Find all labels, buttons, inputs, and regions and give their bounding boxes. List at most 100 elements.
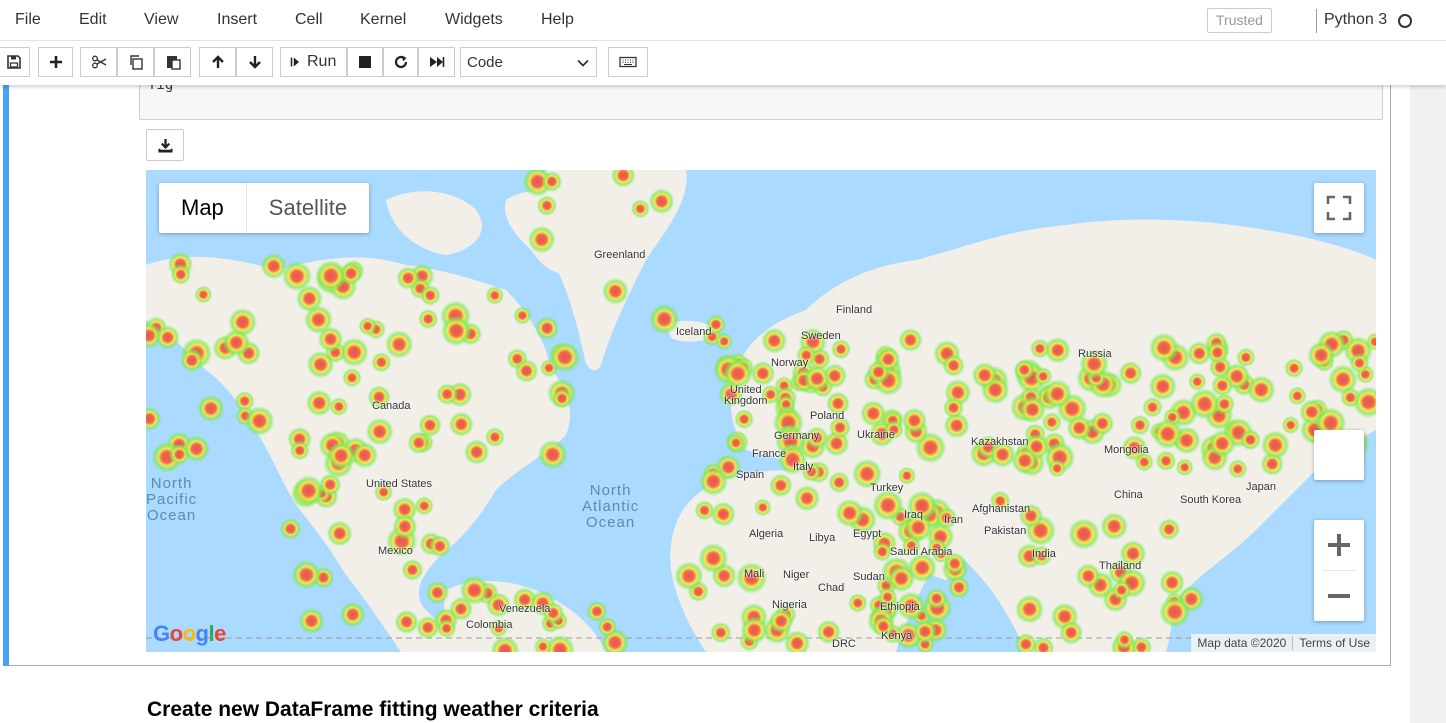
map-label-japan: Japan	[1246, 481, 1276, 493]
map-label-venezuela: Venezuela	[499, 603, 551, 615]
menu-edit[interactable]: Edit	[79, 11, 107, 29]
heat-point	[549, 341, 581, 373]
map-label-egypt: Egypt	[853, 528, 882, 540]
heat-point	[293, 475, 325, 507]
minus-icon	[1328, 594, 1350, 598]
heat-point	[710, 501, 736, 527]
heat-point	[1349, 353, 1370, 373]
heat-point	[291, 559, 322, 590]
heat-point	[1236, 347, 1256, 368]
map-label-ukraine: Ukraine	[857, 429, 895, 441]
map-label-saudi-arabia: Saudi Arabia	[890, 546, 953, 558]
heat-point	[440, 315, 472, 347]
map-type-map-button[interactable]: Map	[159, 183, 246, 233]
heat-point	[768, 473, 793, 498]
trusted-indicator[interactable]: Trusted	[1207, 8, 1272, 33]
fullscreen-button[interactable]	[1314, 183, 1364, 233]
heat-point	[436, 618, 457, 639]
download-icon	[157, 138, 173, 153]
heat-point	[971, 362, 998, 389]
scrollbar-track[interactable]	[1410, 0, 1446, 723]
kernel-name[interactable]: Python 3	[1324, 11, 1387, 29]
heat-point	[1307, 341, 1336, 370]
heat-point	[436, 383, 458, 406]
heatmap-map[interactable]: Greenland Finland Iceland Sweden Norway …	[146, 170, 1376, 652]
paste-button[interactable]	[154, 47, 191, 77]
command-palette-button[interactable]	[608, 47, 648, 77]
heat-point	[1033, 367, 1053, 386]
heat-point	[860, 400, 887, 427]
code-input-area[interactable]: fig	[139, 77, 1383, 120]
cell-type-select[interactable]: Code	[460, 47, 597, 77]
heat-point	[942, 354, 965, 377]
map-type-satellite-button[interactable]: Satellite	[247, 183, 369, 233]
heat-point	[1148, 332, 1180, 363]
heat-point	[1228, 459, 1248, 479]
toolbar: Run Code	[0, 41, 1446, 85]
fullscreen-icon	[1326, 195, 1352, 221]
heat-point	[925, 587, 948, 610]
heat-point	[418, 413, 442, 437]
interrupt-button[interactable]	[347, 47, 383, 77]
chevron-down-icon	[577, 59, 589, 67]
heat-point	[295, 285, 323, 313]
save-button[interactable]	[0, 47, 30, 77]
map-label-norway: Norway	[771, 357, 809, 369]
heat-point	[803, 365, 831, 393]
restart-run-all-button[interactable]	[418, 47, 455, 77]
heat-point	[358, 316, 377, 336]
map-data-attribution: Map data ©2020	[1197, 636, 1287, 650]
heat-point	[597, 616, 618, 637]
map-label-iceland: Iceland	[676, 326, 712, 338]
move-down-button[interactable]	[236, 47, 273, 77]
heat-point	[710, 621, 732, 644]
heat-point	[1155, 450, 1177, 472]
run-button[interactable]: Run	[280, 47, 347, 77]
heat-point	[551, 388, 573, 409]
heat-point	[698, 542, 729, 574]
heat-point	[485, 286, 505, 305]
menu-help[interactable]: Help	[541, 11, 574, 29]
arrow-down-icon	[248, 56, 261, 69]
copy-button[interactable]	[117, 47, 154, 77]
heat-point	[315, 260, 347, 292]
heat-point	[146, 406, 162, 431]
heat-point	[365, 417, 394, 446]
heat-point	[279, 517, 302, 540]
heat-point	[396, 266, 420, 290]
cut-button[interactable]	[80, 47, 117, 77]
heat-point	[1281, 416, 1300, 435]
menu-cell[interactable]: Cell	[295, 11, 323, 29]
arrow-up-icon	[211, 55, 224, 68]
ocean-label-north-atlantic: North Atlantic Ocean	[582, 482, 640, 531]
heat-point	[1246, 375, 1276, 405]
menu-view[interactable]: View	[144, 11, 178, 29]
menu-widgets[interactable]: Widgets	[445, 11, 503, 29]
restart-button[interactable]	[383, 47, 418, 77]
map-label-canada: Canada	[372, 400, 411, 412]
map-label-greenland: Greenland	[594, 249, 646, 261]
heat-point	[170, 264, 192, 285]
zoom-out-button[interactable]	[1314, 571, 1364, 621]
heat-point	[329, 397, 349, 416]
menu-file[interactable]: File	[15, 11, 41, 29]
heat-point	[326, 520, 353, 547]
heat-point	[901, 407, 928, 434]
menu-kernel[interactable]: Kernel	[360, 11, 406, 29]
move-up-button[interactable]	[199, 47, 236, 77]
zoom-in-button[interactable]	[1314, 520, 1364, 570]
map-attribution: Map data ©2020 Terms of Use	[1191, 634, 1376, 652]
heat-point	[715, 332, 734, 351]
heat-point	[1075, 563, 1101, 589]
download-button[interactable]	[146, 129, 184, 161]
heat-point	[1011, 447, 1039, 475]
street-view-button[interactable]	[1314, 430, 1364, 480]
heat-point	[753, 498, 772, 517]
map-type-control: Map Satellite	[159, 183, 370, 233]
menu-insert[interactable]: Insert	[217, 11, 257, 29]
insert-cell-button[interactable]	[38, 47, 73, 77]
heat-point	[872, 489, 904, 522]
cell-type-value: Code	[467, 54, 503, 71]
heat-point	[698, 466, 729, 497]
terms-of-use-link[interactable]: Terms of Use	[1293, 636, 1376, 650]
